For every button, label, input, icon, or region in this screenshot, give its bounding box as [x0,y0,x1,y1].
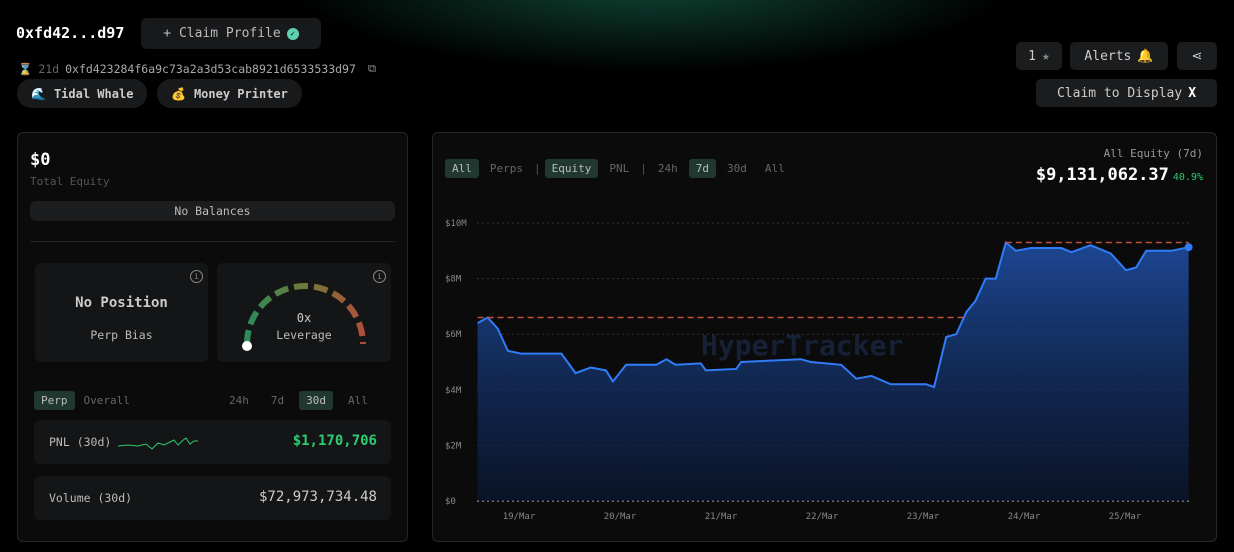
badge-label: Money Printer [193,86,288,101]
info-icon[interactable]: i [190,270,203,283]
x-tick-label: 25/Mar [1109,512,1142,522]
star-icon: ★ [1042,48,1050,64]
wallet-short-address: 0xfd42...d97 [16,24,125,42]
badge-label: Tidal Whale [53,86,134,101]
address-row: ⌛ 21d 0xfd423284f6a9c73a2a3d53cab8921d6533… [18,61,376,76]
bias-title: No Position [75,295,168,311]
period-all[interactable]: All [341,391,375,410]
x-tick-label: 21/Mar [705,512,738,522]
bias-label: Perp Bias [90,328,153,342]
x-logo-icon: X [1188,85,1197,101]
pnl-value: $1,170,706 [292,433,377,449]
alerts-label: Alerts [1084,48,1132,64]
verified-icon: ✓ [286,27,299,40]
y-tick-label: $2M [445,441,462,451]
divider [30,241,395,242]
badge-tidal-whale[interactable]: 🌊 Tidal Whale [17,79,148,108]
badge-money-printer[interactable]: 💰 Money Printer [157,79,302,108]
claim-to-display-button[interactable]: Claim to Display X [1036,79,1217,107]
total-equity-value: $0 [30,150,51,170]
leverage-card: i 0x Leverage [217,263,391,362]
star-count: 1 [1028,48,1036,64]
x-tick-label: 23/Mar [907,512,940,522]
volume-value: $72,973,734.48 [258,489,377,505]
volume-row: Volume (30d) $72,973,734.48 [34,476,391,520]
total-equity-label: Total Equity [30,175,110,188]
hourglass-icon: ⌛ [18,61,33,76]
full-address: 0xfd423284f6a9c73a2a3d53cab8921d6533533d… [65,61,356,76]
equity-area [477,242,1189,501]
tab-overall[interactable]: Overall [77,391,137,410]
no-balances: No Balances [30,201,395,221]
equity-chart[interactable]: $0 $2M $4M $6M $8M $10M 19/Mar 20/Mar 21/Mar 22/M… [433,133,1218,543]
gauge-needle [242,341,252,351]
period-tabs: 24h 7d 30d All [222,391,375,410]
claim-profile-label: + Claim Profile [163,26,281,41]
perp-bias-card: i No Position Perp Bias [35,263,208,362]
volume-label: Volume (30d) [49,491,133,505]
y-tick-label: $6M [445,330,462,340]
copy-icon[interactable]: ⧉ [368,61,376,76]
favorite-button[interactable]: 1 ★ [1016,42,1062,70]
claim-profile-button[interactable]: + Claim Profile ✓ [141,18,321,49]
claim-display-label: Claim to Display [1056,85,1183,101]
wave-icon: 🌊 [31,86,46,101]
y-tick-label: $10M [445,219,467,229]
summary-card: $0 Total Equity No Balances i No Positio… [17,132,408,542]
leverage-label: Leverage [276,328,332,342]
y-tick-label: $8M [445,275,462,285]
x-tick-label: 24/Mar [1008,512,1041,522]
bell-icon: 🔔 [1137,48,1154,64]
wallet-age: 21d [38,61,60,76]
info-icon[interactable]: i [373,270,386,283]
tab-perp[interactable]: Perp [34,391,75,410]
share-icon: ⋖ [1191,48,1203,64]
pnl-label: PNL (30d) [49,435,112,449]
y-tick-label: $4M [445,386,462,396]
watermark-logo: HyperTracker [701,329,903,362]
x-tick-label: 22/Mar [806,512,839,522]
pnl-sparkline [118,437,198,450]
alerts-button[interactable]: Alerts 🔔 [1070,42,1168,70]
period-30d[interactable]: 30d [299,391,333,410]
leverage-value: 0x [296,311,312,325]
share-button[interactable]: ⋖ [1177,42,1217,70]
money-bag-icon: 💰 [171,86,186,101]
x-tick-label: 19/Mar [503,512,536,522]
period-24h[interactable]: 24h [222,391,256,410]
x-tick-label: 20/Mar [604,512,637,522]
last-point-marker [1184,243,1193,252]
y-tick-label: $0 [445,497,456,507]
pnl-row: PNL (30d) $1,170,706 [34,420,391,464]
scope-tabs: Perp Overall [34,391,137,410]
period-7d[interactable]: 7d [264,391,291,410]
chart-card: All Perps | Equity PNL | 24h 7d 30d All … [432,132,1217,542]
